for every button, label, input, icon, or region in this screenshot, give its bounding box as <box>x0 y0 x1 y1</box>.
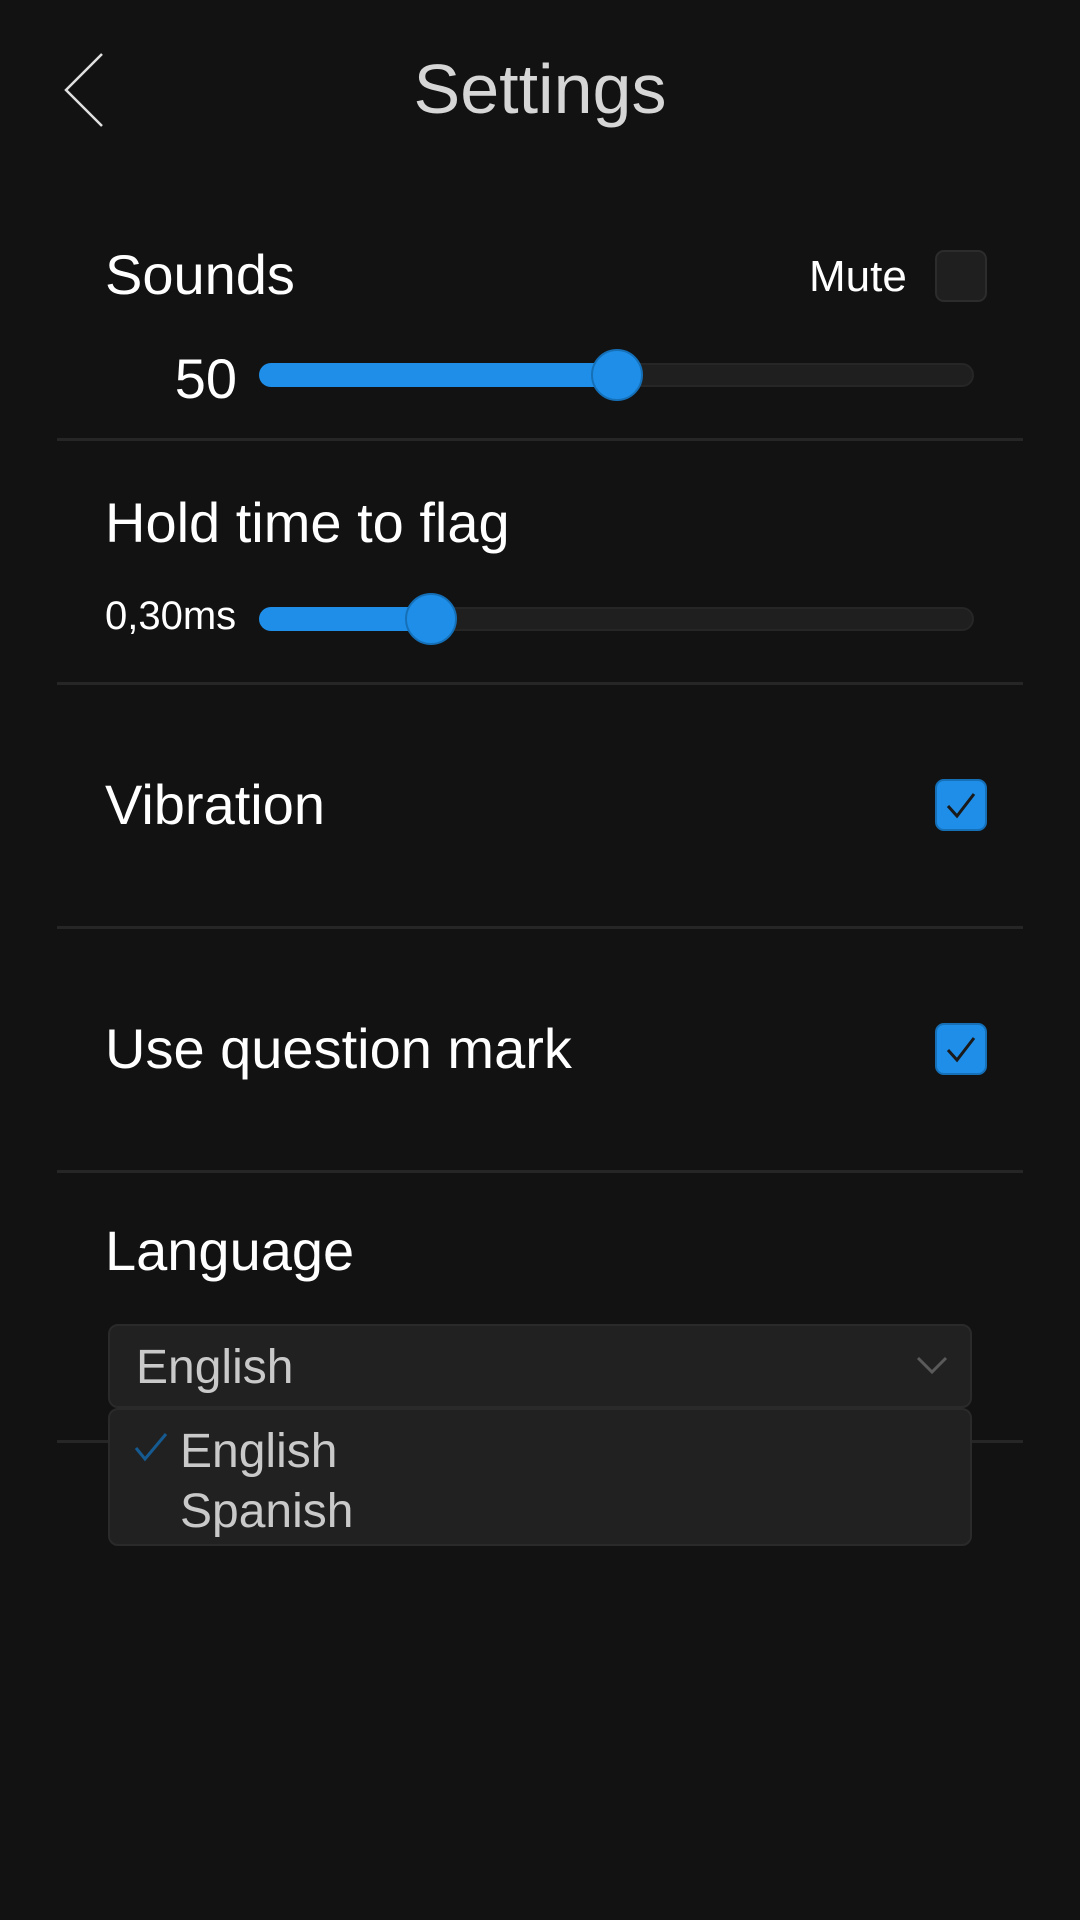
chevron-down-icon <box>916 1356 948 1375</box>
mute-label: Mute <box>809 252 907 301</box>
settings-screen: Settings Sounds Mute 50 Hold time to fla… <box>0 0 1080 1920</box>
checkmark-icon <box>134 1433 168 1462</box>
header: Settings <box>0 0 1080 180</box>
hold-time-label: Hold time to flag <box>105 491 510 554</box>
vibration-section: Vibration <box>57 682 1023 929</box>
question-mark-label: Use question mark <box>105 1017 572 1080</box>
hold-time-slider[interactable] <box>259 593 974 645</box>
mute-checkbox[interactable] <box>935 250 987 302</box>
vibration-checkbox[interactable] <box>935 779 987 831</box>
hold-time-section: Hold time to flag 0,30ms <box>57 438 1023 685</box>
checkmark-icon <box>946 1037 976 1063</box>
sounds-label: Sounds <box>105 243 295 306</box>
page-title: Settings <box>413 50 667 128</box>
language-option-spanish[interactable]: Spanish <box>180 1484 353 1539</box>
volume-value: 50 <box>174 347 237 410</box>
question-mark-checkbox[interactable] <box>935 1023 987 1075</box>
checkmark-icon <box>946 793 976 819</box>
language-label: Language <box>105 1219 355 1282</box>
question-mark-section: Use question mark <box>57 926 1023 1173</box>
slider-thumb[interactable] <box>404 593 457 645</box>
vibration-label: Vibration <box>105 773 326 836</box>
sounds-section: Sounds Mute 50 <box>57 180 1023 441</box>
volume-slider[interactable] <box>259 349 974 401</box>
language-select[interactable]: English <box>108 1324 972 1408</box>
slider-fill <box>259 363 617 387</box>
hold-time-value: 0,30ms <box>105 594 237 638</box>
language-dropdown: English Spanish <box>108 1408 972 1546</box>
language-option-english[interactable]: English <box>180 1424 337 1479</box>
language-selected-value: English <box>136 1341 294 1394</box>
slider-thumb[interactable] <box>590 349 643 401</box>
